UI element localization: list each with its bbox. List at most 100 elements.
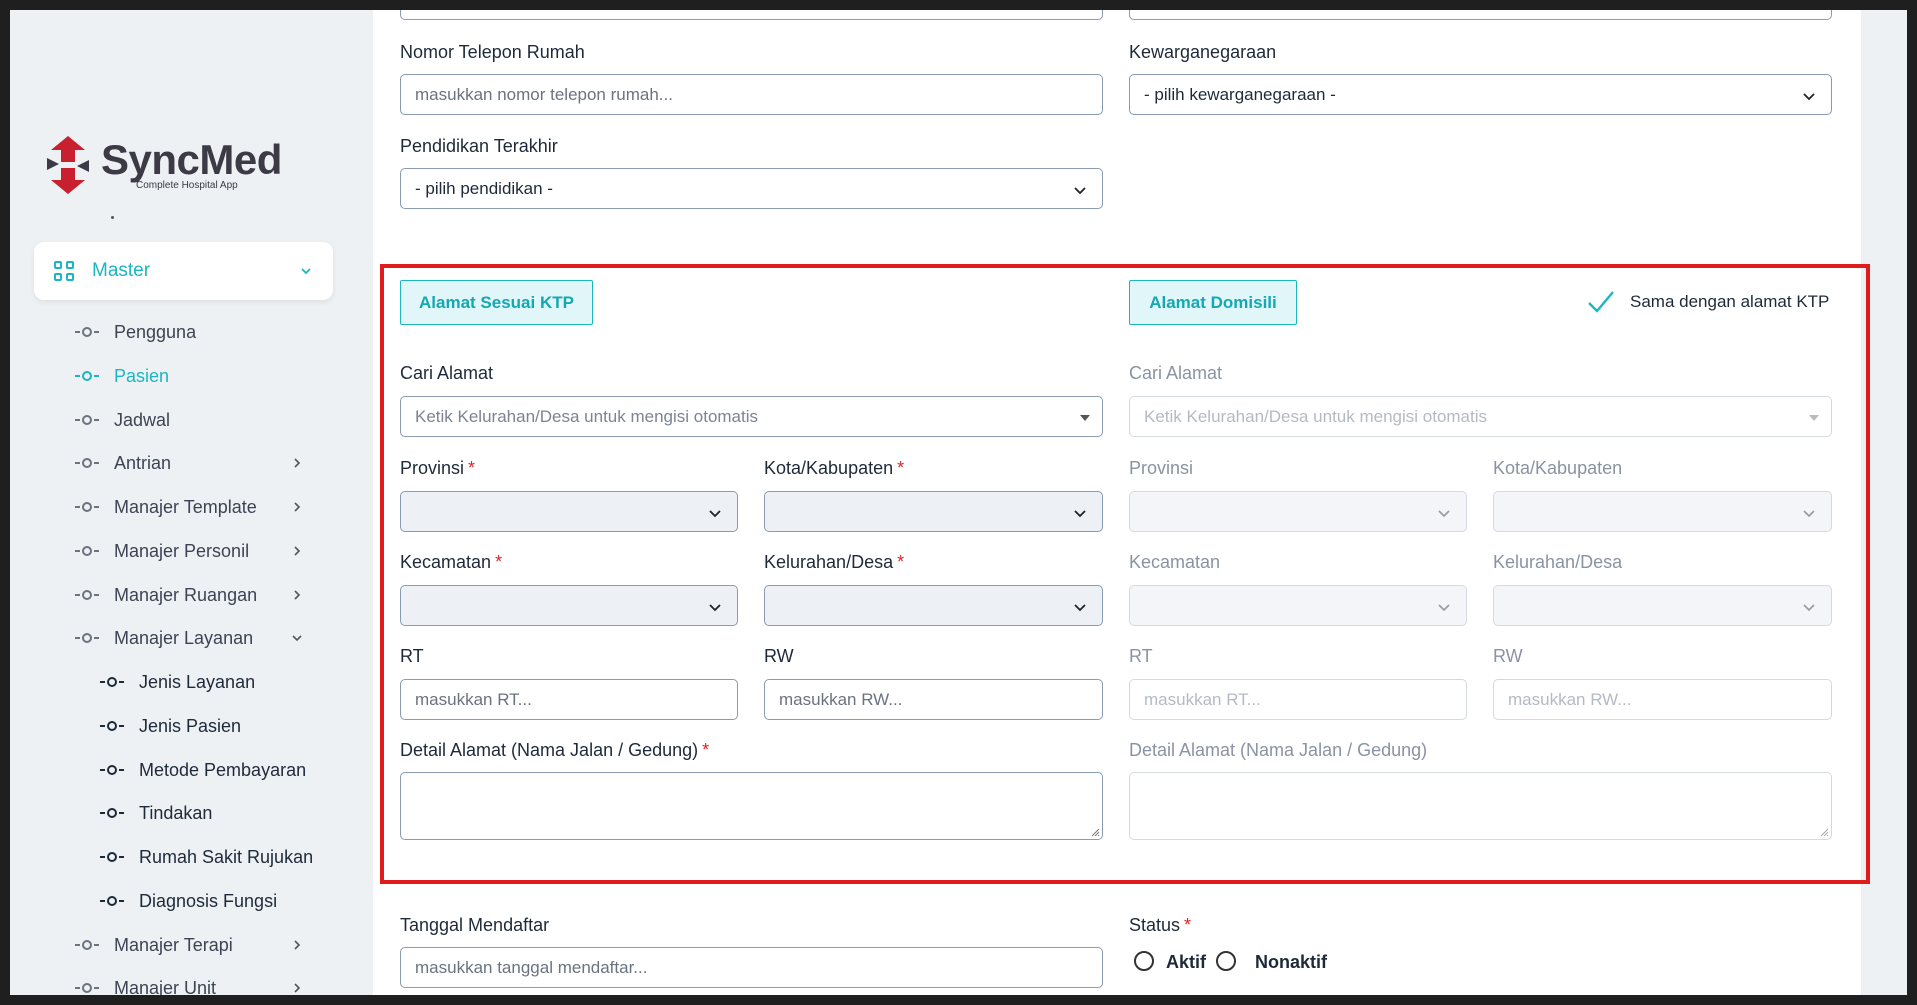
chevron-down-icon xyxy=(1438,510,1450,518)
sidebar-item-manajer-personil[interactable]: Manajer Personil xyxy=(75,538,249,564)
sidebar-item-manajer-unit[interactable]: Manajer Unit xyxy=(75,975,216,995)
brand-logo: SyncMed Complete Hospital App xyxy=(45,136,282,194)
sidebar: SyncMed Complete Hospital App Master Pen… xyxy=(10,10,372,995)
bullet-icon xyxy=(100,677,124,687)
domisili-kecamatan-select[interactable] xyxy=(1129,585,1467,626)
chevron-down-icon xyxy=(301,268,311,275)
chevron-down-icon xyxy=(292,635,302,642)
caret-down-icon xyxy=(1080,415,1090,421)
domisili-kota-select[interactable] xyxy=(1493,491,1832,532)
sidebar-item-jenis-layanan[interactable]: Jenis Layanan xyxy=(100,669,255,695)
status-aktif-label: Aktif xyxy=(1166,952,1206,972)
bullet-icon xyxy=(100,721,124,731)
domisili-rt-input[interactable]: masukkan RT... xyxy=(1129,679,1467,720)
status-nonaktif-radio[interactable] xyxy=(1216,951,1236,971)
chevron-right-icon xyxy=(294,546,301,556)
registration-date-input[interactable]: masukkan tanggal mendaftar... xyxy=(400,947,1103,988)
patient-form: Nomor Telepon Rumah masukkan nomor telep… xyxy=(373,10,1861,995)
status-label: Status * xyxy=(1129,915,1192,935)
sidebar-item-antrian[interactable]: Antrian xyxy=(75,450,171,476)
tab-alamat-domisili[interactable]: Alamat Domisili xyxy=(1129,280,1297,325)
chevron-down-icon xyxy=(709,510,721,518)
citizenship-select[interactable]: - pilih kewarganegaraan - xyxy=(1129,74,1832,115)
sidebar-item-jadwal[interactable]: Jadwal xyxy=(75,407,170,433)
chevron-down-icon xyxy=(1438,604,1450,612)
sidebar-item-manajer-ruangan[interactable]: Manajer Ruangan xyxy=(75,582,257,608)
ktp-search-label: Cari Alamat xyxy=(400,363,494,383)
domisili-kelurahan-select[interactable] xyxy=(1493,585,1832,626)
chevron-down-icon xyxy=(1074,187,1086,195)
education-select[interactable]: - pilih pendidikan - xyxy=(400,168,1103,209)
domisili-kecamatan-label: Kecamatan xyxy=(1129,552,1221,572)
domisili-provinsi-label: Provinsi xyxy=(1129,458,1194,478)
bullet-icon xyxy=(75,983,99,993)
bullet-icon xyxy=(75,327,99,337)
ktp-rt-input[interactable]: masukkan RT... xyxy=(400,679,738,720)
domisili-detail-textarea[interactable] xyxy=(1129,772,1832,840)
phone-input[interactable]: masukkan nomor telepon rumah... xyxy=(400,74,1103,115)
cutoff-input-left[interactable] xyxy=(400,10,1103,20)
caret-down-icon xyxy=(1809,415,1819,421)
bullet-icon xyxy=(75,546,99,556)
tab-alamat-ktp[interactable]: Alamat Sesuai KTP xyxy=(400,280,593,325)
status-aktif-radio[interactable] xyxy=(1134,951,1154,971)
domisili-rw-label: RW xyxy=(1493,646,1523,666)
bullet-icon xyxy=(75,371,99,381)
bullet-icon xyxy=(75,458,99,468)
citizenship-label: Kewarganegaraan xyxy=(1129,42,1277,62)
domisili-provinsi-select[interactable] xyxy=(1129,491,1467,532)
sidebar-item-diagnosis-fungsi[interactable]: Diagnosis Fungsi xyxy=(100,888,277,914)
sidebar-item-manajer-layanan[interactable]: Manajer Layanan xyxy=(75,625,253,651)
domisili-kelurahan-label: Kelurahan/Desa xyxy=(1493,552,1623,572)
domisili-rt-label: RT xyxy=(1129,646,1153,666)
bullet-icon xyxy=(75,940,99,950)
ktp-rt-label: RT xyxy=(400,646,424,666)
ktp-kecamatan-select[interactable] xyxy=(400,585,738,626)
domisili-search-label: Cari Alamat xyxy=(1129,363,1223,383)
ktp-rw-input[interactable]: masukkan RW... xyxy=(764,679,1103,720)
ktp-kelurahan-select[interactable] xyxy=(764,585,1103,626)
domisili-search-combobox[interactable]: Ketik Kelurahan/Desa untuk mengisi otoma… xyxy=(1129,396,1832,437)
checkmark-icon xyxy=(1588,291,1614,313)
bullet-icon xyxy=(100,896,124,906)
sidebar-item-pengguna[interactable]: Pengguna xyxy=(75,319,196,345)
ktp-detail-label: Detail Alamat (Nama Jalan / Gedung) * xyxy=(400,740,710,760)
sidebar-item-manajer-template[interactable]: Manajer Template xyxy=(75,494,257,520)
domisili-rw-input[interactable]: masukkan RW... xyxy=(1493,679,1832,720)
separator-dot xyxy=(111,216,114,219)
resize-grip-icon xyxy=(1820,828,1829,837)
sidebar-item-manajer-terapi[interactable]: Manajer Terapi xyxy=(75,932,233,958)
bullet-icon xyxy=(100,852,124,862)
ktp-kota-select[interactable] xyxy=(764,491,1103,532)
cutoff-input-right[interactable] xyxy=(1129,10,1832,20)
phone-label: Nomor Telepon Rumah xyxy=(400,42,585,62)
app-frame: SyncMed Complete Hospital App Master Pen… xyxy=(10,10,1907,995)
ktp-provinsi-label: Provinsi * xyxy=(400,458,476,478)
chevron-right-icon xyxy=(294,458,301,468)
bullet-icon xyxy=(75,633,99,643)
same-address-checkbox[interactable]: Sama dengan alamat KTP xyxy=(1586,288,1829,316)
sidebar-item-tindakan[interactable]: Tindakan xyxy=(100,800,212,826)
same-address-label: Sama dengan alamat KTP xyxy=(1630,292,1830,311)
sidebar-item-rumah-sakit-rujukan[interactable]: Rumah Sakit Rujukan xyxy=(100,844,313,870)
status-nonaktif-label: Nonaktif xyxy=(1255,952,1327,972)
ktp-kota-label: Kota/Kabupaten * xyxy=(764,458,905,478)
bullet-icon xyxy=(75,502,99,512)
domisili-detail-label: Detail Alamat (Nama Jalan / Gedung) xyxy=(1129,740,1428,760)
sidebar-item-jenis-pasien[interactable]: Jenis Pasien xyxy=(100,713,241,739)
bullet-icon xyxy=(100,808,124,818)
sidebar-item-metode-pembayaran[interactable]: Metode Pembayaran xyxy=(100,757,306,783)
bullet-icon xyxy=(100,765,124,775)
chevron-right-icon xyxy=(294,590,301,600)
chevron-right-icon xyxy=(294,940,301,950)
ktp-detail-textarea[interactable] xyxy=(400,772,1103,840)
ktp-kelurahan-label: Kelurahan/Desa * xyxy=(764,552,905,572)
sidebar-item-pasien[interactable]: Pasien xyxy=(75,363,169,389)
menu-master[interactable]: Master xyxy=(34,242,333,300)
ktp-provinsi-select[interactable] xyxy=(400,491,738,532)
education-label: Pendidikan Terakhir xyxy=(400,136,558,156)
brand-name: SyncMed xyxy=(101,136,282,183)
domisili-kota-label: Kota/Kabupaten xyxy=(1493,458,1623,478)
chevron-down-icon xyxy=(1803,93,1815,101)
ktp-search-combobox[interactable]: Ketik Kelurahan/Desa untuk mengisi otoma… xyxy=(400,396,1103,437)
